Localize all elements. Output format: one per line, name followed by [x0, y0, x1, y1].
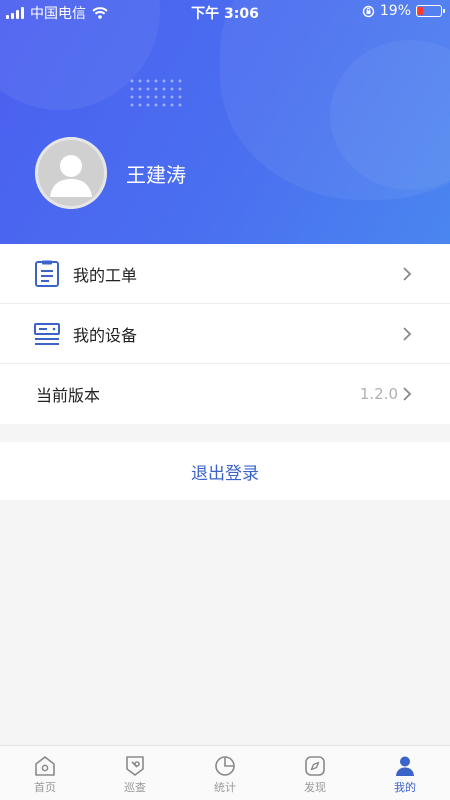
logout-button[interactable]: 退出登录 [0, 442, 450, 500]
decorative-dot-grid [128, 77, 184, 109]
version-number: 1.2.0 [359, 385, 398, 403]
tab-label: 统计 [214, 781, 236, 794]
chevron-right-icon [403, 327, 412, 341]
profile-menu: 我的工单 我的设备 当前版本 1.2.0 [0, 244, 450, 424]
inspection-icon [126, 756, 144, 776]
menu-item-label: 我的设备 [73, 325, 138, 345]
tab-home[interactable]: 首页 [0, 746, 90, 800]
device-icon [34, 323, 60, 345]
profile-header: 中国电信 下午 3:06 19% 王建涛 [0, 0, 450, 244]
user-icon [396, 756, 414, 776]
tab-label: 巡查 [124, 781, 146, 794]
avatar[interactable] [35, 137, 107, 209]
tab-label: 首页 [34, 781, 56, 794]
tab-statistics[interactable]: 统计 [180, 746, 270, 800]
chevron-right-icon [403, 267, 412, 281]
compass-icon [305, 756, 325, 776]
tab-discover[interactable]: 发现 [270, 746, 360, 800]
tab-label: 发现 [304, 781, 326, 794]
tab-inspection[interactable]: 巡查 [90, 746, 180, 800]
pie-chart-icon [215, 756, 235, 776]
tab-label: 我的 [394, 781, 416, 794]
menu-item-version[interactable]: 当前版本 1.2.0 [0, 364, 450, 424]
menu-item-devices[interactable]: 我的设备 [0, 304, 450, 364]
menu-item-work-orders[interactable]: 我的工单 [0, 244, 450, 304]
user-name: 王建涛 [126, 163, 186, 187]
menu-item-label: 当前版本 [36, 386, 101, 405]
battery-percent: 19% [379, 3, 411, 19]
tab-bar: 首页 巡查 统计 发现 我的 [0, 745, 450, 800]
chevron-right-icon [403, 387, 412, 401]
tab-mine[interactable]: 我的 [360, 746, 450, 800]
work-order-icon [35, 260, 59, 287]
orientation-lock-icon [362, 5, 375, 17]
default-avatar-icon [35, 137, 107, 209]
menu-item-label: 我的工单 [73, 265, 138, 285]
status-bar: 中国电信 下午 3:06 19% [0, 0, 450, 24]
battery-icon [416, 5, 445, 17]
home-icon [35, 756, 55, 776]
